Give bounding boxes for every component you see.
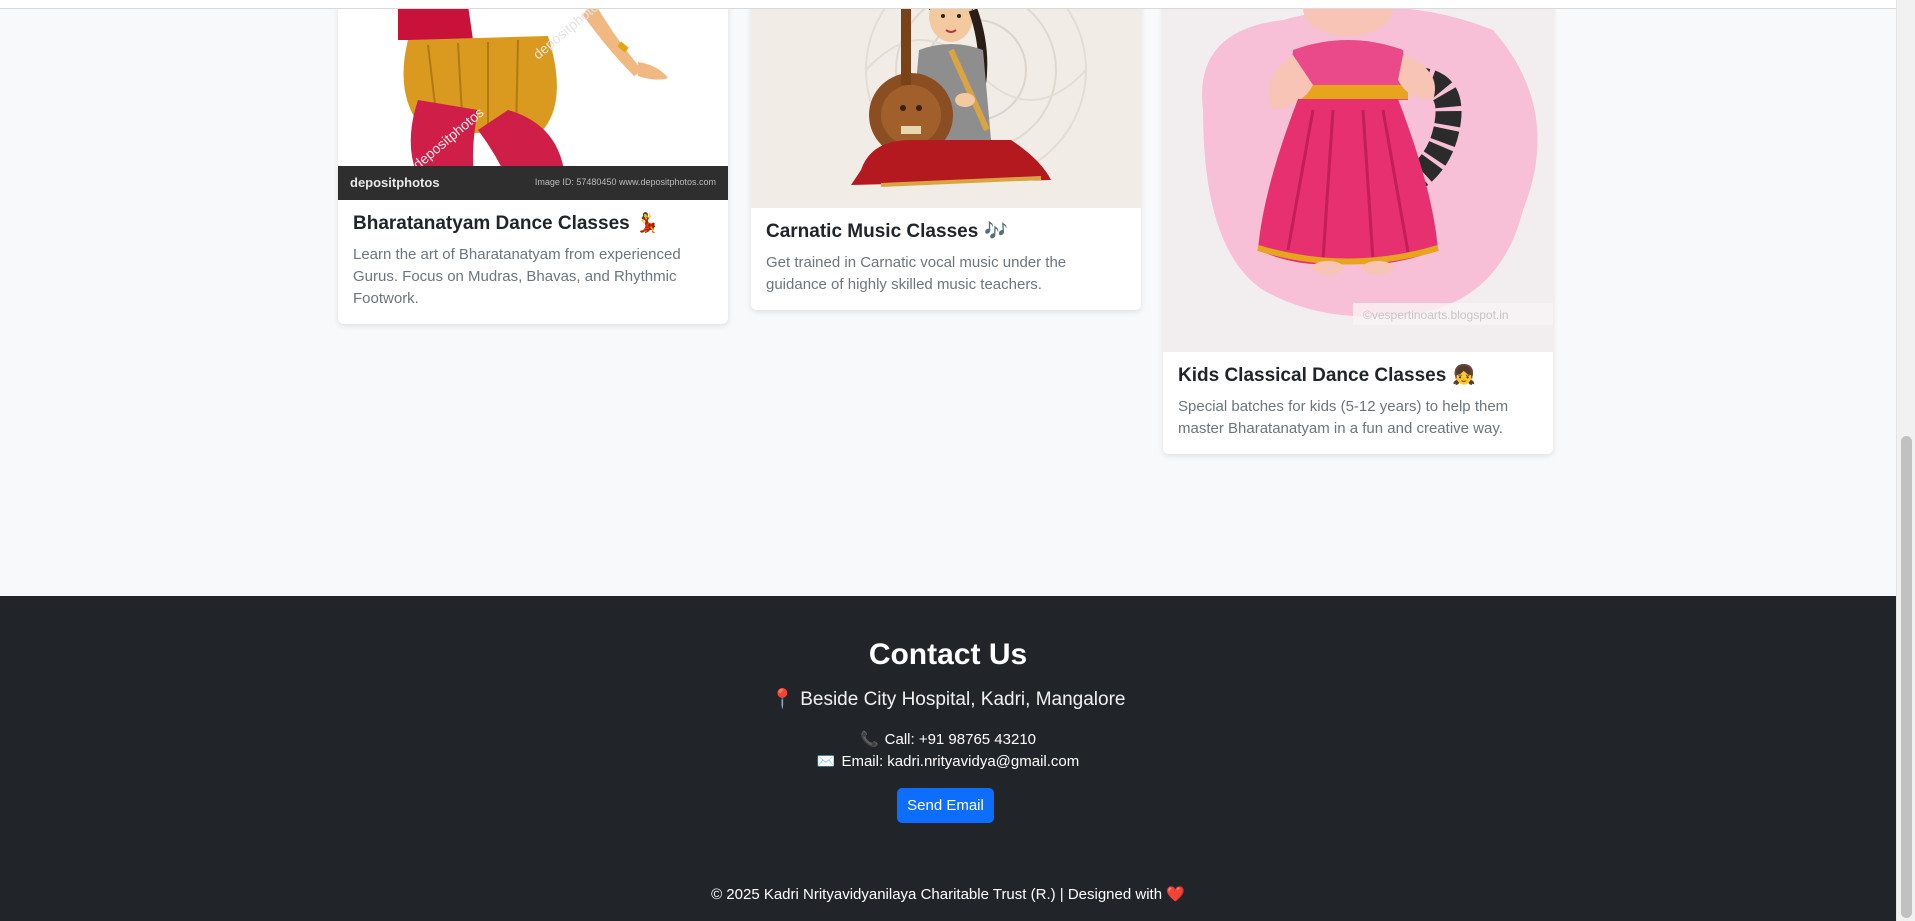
card-title-text: Carnatic Music Classes [766, 221, 979, 242]
dancer-icon: 💃 [635, 213, 660, 234]
kid-dancer-illustration: ©vespertinoarts.blogspot.in [1163, 0, 1553, 352]
address-text: Beside City Hospital, Kadri, Mangalore [800, 689, 1126, 710]
card-description: Get trained in Carnatic vocal music unde… [766, 253, 1067, 293]
watermark-right: Image ID: 57480450 www.depositphotos.com [534, 177, 716, 187]
watermark-logo: depositphotos [350, 175, 440, 190]
musician-illustration [751, 0, 1141, 208]
phone-line: 📞 Call: +91 98765 43210 [0, 730, 1896, 748]
card-title: Kids Classical Dance Classes 👧 [1178, 364, 1538, 388]
card-description: Learn the art of Bharatanatyam from expe… [353, 245, 681, 307]
classes-section: depositphotos depositphotos depositphoto… [0, 0, 1896, 596]
vertical-scrollbar[interactable] [1896, 0, 1915, 921]
girl-icon: 👧 [1452, 365, 1476, 386]
carnatic-musician-image [751, 0, 1141, 208]
scrollbar-thumb[interactable] [1901, 436, 1912, 918]
card-body: Bharatanatyam Dance Classes 💃 Learn the a… [338, 200, 728, 324]
card-body: Carnatic Music Classes 🎶 Get trained in C… [751, 208, 1141, 310]
contact-footer: Contact Us 📍 Beside City Hospital, Kadri,… [0, 596, 1896, 921]
email-text: Email: kadri.nrityavidya@gmail.com [841, 753, 1080, 770]
page: depositphotos depositphotos depositphoto… [0, 0, 1915, 921]
class-card-kids: ©vespertinoarts.blogspot.in Kids Classic… [1163, 0, 1553, 454]
contact-heading: Contact Us [868, 638, 1028, 671]
heart-icon: ❤️ [1166, 886, 1185, 903]
send-email-button[interactable]: Send Email [897, 788, 994, 823]
card-description: Special batches for kids (5-12 years) to… [1178, 397, 1509, 437]
phone-text: Call: +91 98765 43210 [884, 731, 1037, 748]
address-line: 📍 Beside City Hospital, Kadri, Mangalore [0, 687, 1896, 711]
email-line: ✉️ Email: kadri.nrityavidya@gmail.com [0, 752, 1896, 770]
card-title: Carnatic Music Classes 🎶 [766, 220, 1126, 244]
bharatanatyam-dancer-image: depositphotos depositphotos depositphoto… [338, 0, 728, 200]
copyright: © 2025 Kadri Nrityavidyanilaya Charitabl… [0, 885, 1896, 903]
top-edge [0, 0, 1896, 9]
kids-image-watermark: ©vespertinoarts.blogspot.in [1363, 308, 1509, 322]
map-pin-icon: 📍 [770, 689, 795, 710]
card-title-text: Bharatanatyam Dance Classes [353, 213, 630, 234]
watermark-bar: depositphotos Image ID: 57480450 www.dep… [338, 166, 728, 200]
class-card-carnatic: Carnatic Music Classes 🎶 Get trained in C… [751, 0, 1141, 310]
kids-dancer-image: ©vespertinoarts.blogspot.in [1163, 0, 1553, 352]
card-body: Kids Classical Dance Classes 👧 Special ba… [1163, 352, 1553, 454]
music-notes-icon: 🎶 [984, 221, 1008, 242]
phone-icon: 📞 [859, 731, 879, 748]
copyright-text: © 2025 Kadri Nrityavidyanilaya Charitabl… [711, 886, 1163, 903]
envelope-icon: ✉️ [816, 753, 836, 770]
card-title: Bharatanatyam Dance Classes 💃 [353, 212, 713, 236]
class-card-bharatanatyam: depositphotos depositphotos depositphoto… [338, 0, 728, 324]
card-title-text: Kids Classical Dance Classes [1178, 365, 1447, 386]
